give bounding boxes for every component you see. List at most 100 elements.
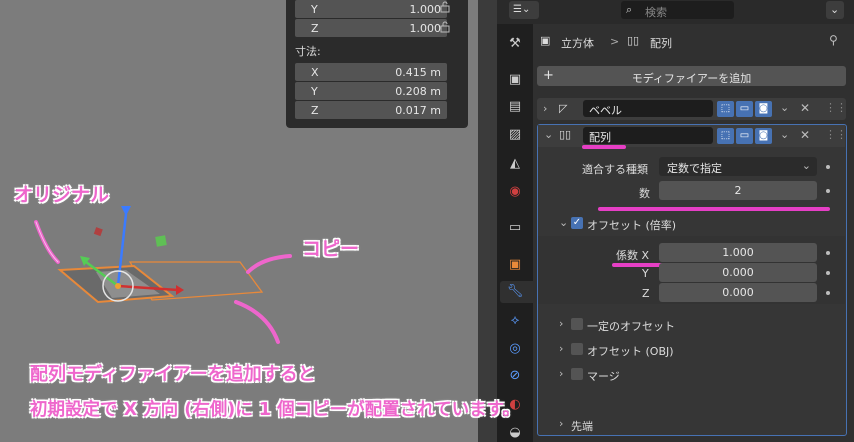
- lock-icon[interactable]: [440, 21, 450, 33]
- field-label: Y: [311, 3, 318, 16]
- factor-y-field[interactable]: 0.000: [659, 263, 817, 282]
- scale-z-field[interactable]: Z 1.000: [295, 19, 447, 37]
- factor-z-field[interactable]: 0.000: [659, 283, 817, 302]
- underline-array-name: [582, 145, 626, 149]
- field-value: 0.208 m: [395, 85, 441, 98]
- factor-x-field[interactable]: 1.000: [659, 243, 817, 262]
- close-icon[interactable]: ✕: [800, 101, 810, 115]
- factor-y-label: Y: [642, 267, 649, 280]
- copy-annotation: コピー: [302, 238, 360, 260]
- options-dropdown[interactable]: ⌄: [826, 1, 844, 19]
- realtime-icon[interactable]: ▭: [736, 128, 753, 144]
- drag-handle-icon[interactable]: ⋮⋮: [825, 128, 847, 141]
- wrench-icon[interactable]: 🔧︎: [506, 283, 524, 301]
- scale-y-field[interactable]: Y 1.000: [295, 0, 447, 18]
- chevron-down-icon[interactable]: ⌄: [780, 101, 789, 114]
- keyframe-dot[interactable]: [826, 291, 830, 295]
- object-offset-label: オフセット (OBJ): [587, 345, 674, 358]
- checkbox-icon[interactable]: [571, 368, 583, 380]
- keyframe-dot[interactable]: [826, 271, 830, 275]
- search-icon: ⌕: [626, 3, 633, 16]
- count-value: 2: [734, 184, 742, 197]
- dimension-z-field[interactable]: Z 0.017 m: [295, 101, 447, 119]
- object-tab-icon[interactable]: ▣: [506, 256, 524, 274]
- merge-label: マージ: [587, 370, 620, 383]
- lock-icon[interactable]: [440, 1, 450, 13]
- scene-tab-icon[interactable]: ◭: [506, 155, 524, 173]
- material-tab-icon[interactable]: ◒: [506, 424, 524, 442]
- area-divider: [478, 0, 497, 442]
- arrow-caption: [234, 300, 280, 344]
- fit-type-value: 定数で指定: [667, 162, 722, 175]
- chevron-down-icon[interactable]: ⌄: [544, 128, 553, 141]
- x-axis-arrow: [176, 285, 184, 295]
- collection-tab-icon[interactable]: ▭: [506, 219, 524, 237]
- checkbox-icon[interactable]: [571, 318, 583, 330]
- array-name: 配列: [589, 131, 611, 144]
- add-modifier-label: モディファイアーを追加: [631, 72, 752, 85]
- keyframe-dot[interactable]: [826, 165, 830, 169]
- render-icon[interactable]: ◙: [755, 101, 772, 117]
- constraints-tab-icon[interactable]: ⊘: [506, 367, 524, 385]
- xz-plane-handle: [93, 227, 103, 237]
- arrow-copy: [246, 254, 292, 274]
- editor-type-icon: ☰⌄: [513, 4, 531, 15]
- caps-header[interactable]: › 先端: [538, 414, 845, 434]
- search-input[interactable]: ⌕ 検索: [621, 1, 734, 19]
- array-modifier-header[interactable]: ⌄ ▯▯ 配列 ⬚ ▭ ◙ ⌄ ✕ ⋮⋮: [538, 125, 847, 147]
- relative-offset-header[interactable]: ⌄ ✓ オフセット (倍率): [538, 212, 845, 234]
- field-value: 1.000: [409, 22, 442, 35]
- editor-type-button[interactable]: ☰⌄: [509, 1, 539, 19]
- bevel-name-field[interactable]: ベベル: [583, 100, 713, 117]
- render-tab-icon[interactable]: ▣: [506, 71, 524, 89]
- caption-line-1: 配列モディファイアーを追加すると: [30, 364, 316, 385]
- bevel-modifier-header[interactable]: › ◸ ベベル ⬚ ▭ ◙ ⌄ ✕ ⋮⋮: [537, 98, 847, 120]
- output-tab-icon[interactable]: ▤: [506, 98, 524, 116]
- constant-offset-label: 一定のオフセット: [587, 320, 675, 333]
- editmode-icon[interactable]: ⬚: [717, 128, 734, 144]
- keyframe-dot[interactable]: [826, 189, 830, 193]
- factor-x-value: 1.000: [722, 246, 754, 259]
- field-label: Z: [311, 22, 319, 35]
- drag-handle-icon[interactable]: ⋮⋮: [825, 101, 847, 114]
- dimension-y-field[interactable]: Y 0.208 m: [295, 82, 447, 100]
- count-field[interactable]: 2: [659, 181, 817, 200]
- dimension-x-field[interactable]: X 0.415 m: [295, 63, 447, 81]
- breadcrumb-modifier: 配列: [650, 37, 672, 50]
- array-name-field[interactable]: 配列: [583, 127, 713, 144]
- caps-label: 先端: [571, 420, 593, 433]
- view-layer-tab-icon[interactable]: ▨: [506, 126, 524, 144]
- breadcrumb-object: 立方体: [561, 37, 594, 50]
- chevron-right-icon[interactable]: ›: [559, 342, 563, 355]
- bevel-name: ベベル: [589, 104, 622, 117]
- keyframe-dot[interactable]: [826, 251, 830, 255]
- merge-header[interactable]: › マージ: [538, 364, 845, 384]
- object-offset-header[interactable]: › オフセット (OBJ): [538, 339, 845, 359]
- realtime-icon[interactable]: ▭: [736, 101, 753, 117]
- render-icon[interactable]: ◙: [755, 128, 772, 144]
- field-label: X: [311, 66, 319, 79]
- constant-offset-header[interactable]: › 一定のオフセット: [538, 314, 845, 334]
- world-tab-icon[interactable]: ◉: [506, 183, 524, 201]
- physics-tab-icon[interactable]: ◎: [506, 340, 524, 358]
- chevron-down-icon[interactable]: ⌄: [780, 128, 789, 141]
- chevron-right-icon[interactable]: ›: [559, 417, 563, 430]
- fit-type-dropdown[interactable]: 定数で指定 ⌄: [659, 157, 817, 176]
- checkbox-icon[interactable]: ✓: [571, 217, 583, 229]
- pin-icon[interactable]: ⚲: [829, 33, 838, 47]
- chevron-right-icon[interactable]: ›: [543, 102, 547, 115]
- checkbox-icon[interactable]: [571, 343, 583, 355]
- close-icon[interactable]: ✕: [800, 128, 810, 142]
- chevron-right-icon[interactable]: ›: [559, 367, 563, 380]
- add-modifier-button[interactable]: + モディファイアーを追加: [537, 66, 846, 86]
- field-value: 0.415 m: [395, 66, 441, 79]
- breadcrumb-separator: >: [610, 35, 620, 48]
- search-placeholder: 検索: [645, 6, 667, 19]
- chevron-down-icon[interactable]: ⌄: [559, 216, 568, 229]
- tool-tab-icon[interactable]: ⚒: [506, 35, 524, 53]
- editmode-icon[interactable]: ⬚: [717, 101, 734, 117]
- particles-tab-icon[interactable]: ⟡: [506, 312, 524, 330]
- object-cube-icon: ▣: [540, 34, 551, 47]
- chevron-right-icon[interactable]: ›: [559, 317, 563, 330]
- factor-x-label: 係数 X: [616, 249, 650, 262]
